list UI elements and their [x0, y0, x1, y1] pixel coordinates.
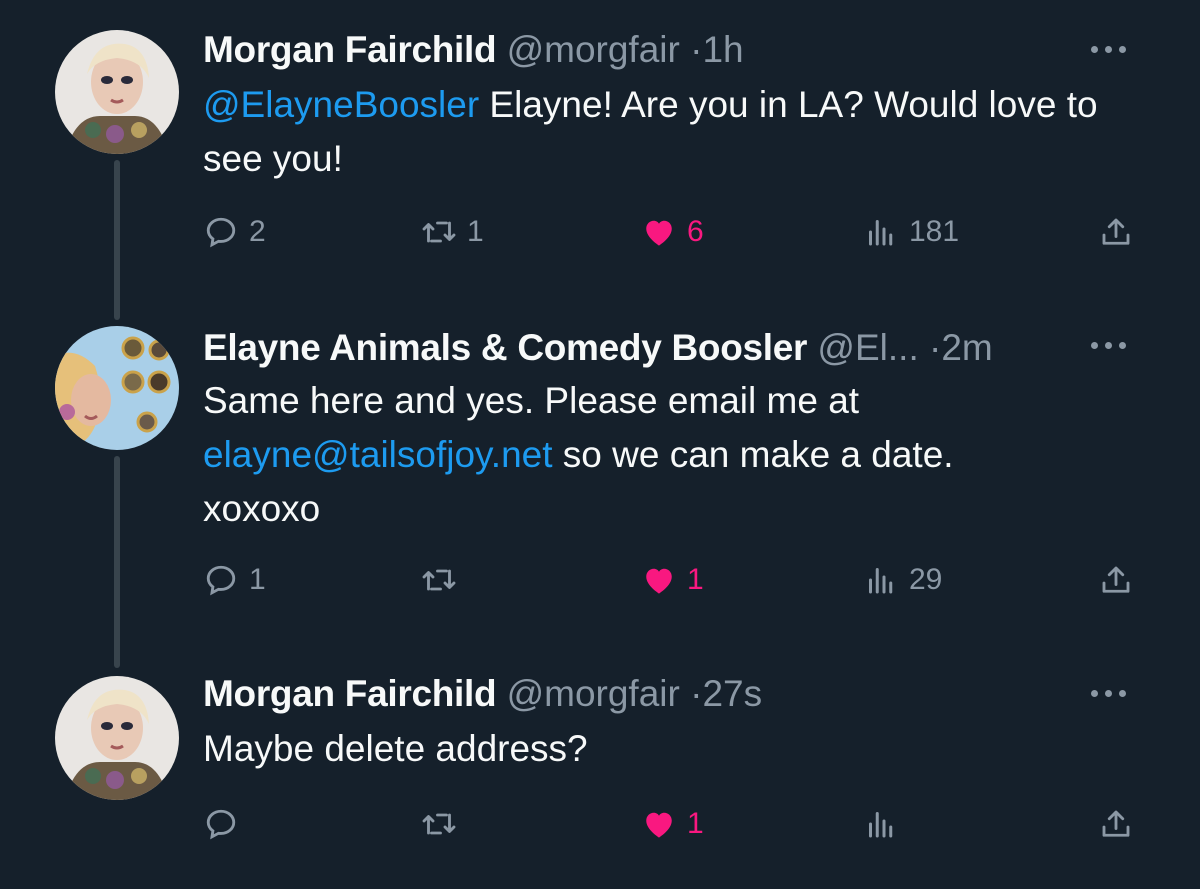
views-icon [869, 812, 893, 838]
like-button[interactable]: 1 [641, 560, 704, 600]
reply-button[interactable] [203, 804, 249, 844]
reply-icon [206, 809, 236, 840]
reply-button[interactable]: 2 [203, 212, 266, 252]
tweet-actions: 2 1 6 181 [203, 212, 1153, 252]
heart-icon [646, 812, 672, 838]
like-button[interactable]: 6 [641, 212, 704, 252]
views-button[interactable]: 29 [863, 560, 942, 600]
tweet-text: Maybe delete address? [203, 722, 1103, 776]
views-button[interactable]: 181 [863, 212, 959, 252]
separator-dot: · [690, 29, 703, 70]
tweet-header: Morgan Fairchild @morgfair ·27s [203, 670, 1030, 718]
share-button[interactable] [1098, 804, 1134, 844]
views-count: 181 [909, 215, 960, 248]
reply-count: 1 [249, 563, 266, 596]
display-name[interactable]: Morgan Fairchild [203, 29, 497, 70]
avatar[interactable] [55, 30, 179, 154]
reply-icon [206, 565, 236, 596]
tweet-actions: 1 1 29 [203, 560, 1153, 600]
email-link[interactable]: elayne@tailsofjoy.net [203, 434, 553, 475]
retweet-icon [422, 813, 456, 835]
retweet-button[interactable]: 1 [421, 212, 484, 252]
heart-icon [646, 220, 672, 246]
tweet-text: Same here and yes. Please email me at el… [203, 374, 1073, 536]
tweet[interactable]: Elayne Animals & Comedy Boosler @El... ·… [0, 320, 1200, 620]
display-name[interactable]: Morgan Fairchild [203, 673, 497, 714]
share-button[interactable] [1098, 560, 1134, 600]
tweet-header: Morgan Fairchild @morgfair ·1h [203, 26, 1030, 74]
retweet-button[interactable] [421, 804, 467, 844]
username[interactable]: @El... [817, 327, 918, 368]
display-name[interactable]: Elayne Animals & Comedy Boosler [203, 327, 807, 368]
timestamp[interactable]: 27s [702, 673, 762, 714]
reply-button[interactable]: 1 [203, 560, 266, 600]
views-count: 29 [909, 563, 943, 596]
like-button[interactable]: 1 [641, 804, 704, 844]
retweet-icon [422, 569, 456, 591]
like-count: 1 [687, 563, 704, 596]
like-count: 1 [687, 807, 704, 840]
tweet-header: Elayne Animals & Comedy Boosler @El... ·… [203, 324, 1030, 372]
reply-icon [206, 217, 236, 248]
separator-dot: · [929, 327, 942, 368]
timestamp[interactable]: 1h [702, 29, 743, 70]
heart-icon [646, 568, 672, 594]
username[interactable]: @morgfair [507, 673, 680, 714]
tweet-text: @ElayneBoosler Elayne! Are you in LA? Wo… [203, 78, 1103, 186]
share-icon [1102, 566, 1130, 593]
retweet-count: 1 [467, 215, 484, 248]
mention-link[interactable]: @ElayneBoosler [203, 84, 479, 125]
timestamp[interactable]: 2m [941, 327, 992, 368]
share-icon [1102, 218, 1130, 245]
more-icon[interactable] [1078, 330, 1138, 360]
share-button[interactable] [1098, 212, 1134, 252]
retweet-button[interactable] [421, 560, 467, 600]
views-button[interactable] [863, 804, 909, 844]
more-icon[interactable] [1078, 34, 1138, 64]
more-icon[interactable] [1078, 678, 1138, 708]
reply-count: 2 [249, 215, 266, 248]
avatar[interactable] [55, 326, 179, 450]
tweet-text-content: Maybe delete address? [203, 728, 588, 769]
views-icon [869, 568, 893, 594]
username[interactable]: @morgfair [507, 29, 680, 70]
tweet[interactable]: Morgan Fairchild @morgfair ·1h @ElayneBo… [0, 26, 1200, 276]
tweet-text-content: Same here and yes. Please email me at [203, 380, 860, 421]
retweet-icon [422, 221, 456, 243]
tweet-actions: 1 [203, 804, 1153, 844]
tweet[interactable]: Morgan Fairchild @morgfair ·27s Maybe de… [0, 670, 1200, 870]
share-icon [1102, 810, 1130, 837]
separator-dot: · [690, 673, 703, 714]
like-count: 6 [687, 215, 704, 248]
avatar[interactable] [55, 676, 179, 800]
views-icon [869, 220, 893, 246]
